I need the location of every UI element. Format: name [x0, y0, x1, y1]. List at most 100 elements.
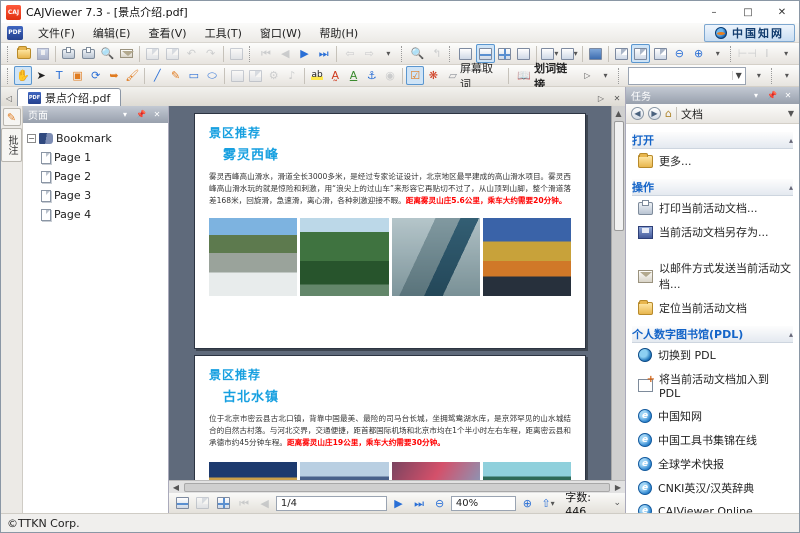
gear-button[interactable]: ⚙ — [265, 66, 283, 85]
menu-view[interactable]: 查看(V) — [139, 23, 195, 43]
open-button[interactable] — [14, 44, 33, 63]
hand-tool-button[interactable]: ✋ — [14, 66, 32, 85]
sound-note-button[interactable]: ♪ — [283, 66, 301, 85]
properties-button[interactable] — [227, 44, 246, 63]
nav-next-button[interactable]: ▶ — [389, 494, 408, 513]
rect-tool-button[interactable]: ▭ — [185, 66, 203, 85]
panel-close-icon[interactable]: ✕ — [151, 110, 163, 119]
zoom-out-button[interactable]: ⊖ — [670, 44, 689, 63]
toolbar-overflow-5[interactable]: ▾ — [750, 66, 768, 85]
vertical-scrollbar[interactable]: ▲ — [611, 106, 625, 480]
nav-zoom-in-button[interactable]: ⊕ — [518, 494, 537, 513]
minimize-button[interactable]: – — [697, 1, 731, 23]
redo-button[interactable]: ↷ — [201, 44, 220, 63]
link-global-express[interactable]: e全球学术快报 — [632, 452, 793, 476]
note-button[interactable]: ☑ — [406, 66, 424, 85]
send-by-mail-link[interactable]: 以邮件方式发送当前活动文档... — [632, 256, 793, 296]
section-operations-header[interactable]: 操作▴ — [632, 179, 793, 196]
page-up-button[interactable]: ⇧▾ — [539, 494, 558, 513]
task-view-dropdown-icon[interactable]: ▼ — [788, 109, 794, 118]
underline-button[interactable]: A — [344, 66, 362, 85]
task-back-button[interactable]: ◀ — [631, 107, 644, 120]
squiggly-button[interactable]: A̰ — [326, 66, 344, 85]
panel-pin-icon[interactable]: 📌 — [135, 110, 147, 119]
tree-item-page3[interactable]: Page 3 — [27, 186, 164, 205]
search-back-button[interactable]: ↰ — [427, 44, 446, 63]
collapse-arrow-icon[interactable]: ▴ — [789, 136, 793, 145]
maximize-button[interactable]: □ — [731, 1, 765, 23]
tab-scroll-right[interactable]: ▷ — [593, 90, 609, 106]
tab-close-button[interactable]: ✕ — [609, 90, 625, 106]
task-pin-icon[interactable]: 📌 — [766, 91, 778, 100]
task-menu-icon[interactable]: ▾ — [750, 91, 762, 100]
collapse-icon[interactable]: − — [27, 134, 36, 143]
nav-prev-button[interactable]: ◀ — [255, 494, 274, 513]
stamp-button[interactable]: ◉ — [381, 66, 399, 85]
paste-button[interactable] — [163, 44, 182, 63]
menu-file[interactable]: 文件(F) — [29, 23, 84, 43]
scroll-up-icon[interactable]: ▲ — [615, 106, 621, 120]
tree-item-page1[interactable]: Page 1 — [27, 148, 164, 167]
task-forward-button[interactable]: ▶ — [648, 107, 661, 120]
open-more-link[interactable]: 更多... — [632, 149, 793, 173]
brush-button[interactable]: 🖌 — [123, 66, 141, 85]
text-select-button[interactable]: T — [50, 66, 68, 85]
toolbar-overflow-4[interactable]: ▾ — [596, 66, 614, 85]
menu-tools[interactable]: 工具(T) — [196, 23, 251, 43]
prev-page-button[interactable]: ◀ — [276, 44, 295, 63]
image-select-button[interactable]: ▣ — [68, 66, 86, 85]
fit-page-button[interactable] — [631, 44, 650, 63]
zoom-in-button[interactable]: ⊕ — [689, 44, 708, 63]
scroll-left-icon[interactable]: ◀ — [169, 483, 183, 492]
anchor-button[interactable]: ⚓ — [363, 66, 381, 85]
vscroll-thumb[interactable] — [614, 121, 624, 231]
pencil-tool-button[interactable]: ✎ — [166, 66, 184, 85]
menu-edit[interactable]: 编辑(E) — [84, 23, 140, 43]
panel-menu-icon[interactable]: ▾ — [119, 110, 131, 119]
view-mode-single[interactable] — [173, 494, 192, 513]
copy-button[interactable] — [143, 44, 162, 63]
knowledge-net-button[interactable]: ❋ — [424, 66, 442, 85]
tree-item-bookmark[interactable]: − Bookmark — [27, 129, 164, 148]
print-button[interactable] — [59, 44, 78, 63]
undo-button[interactable]: ↶ — [182, 44, 201, 63]
highlight-button[interactable]: ab — [308, 66, 326, 85]
ellipse-tool-button[interactable]: ⬭ — [203, 66, 221, 85]
toolbar-overflow-1[interactable]: ▾ — [379, 44, 398, 63]
word-link-next-button[interactable]: ▷ — [578, 66, 596, 85]
link-reference-books[interactable]: e中国工具书集锦在线 — [632, 428, 793, 452]
zoom-level-field[interactable]: 40% — [451, 496, 516, 511]
view-mode-grid[interactable] — [214, 494, 233, 513]
nav-expand-icon[interactable]: ⌄ — [614, 498, 622, 508]
tree-item-page2[interactable]: Page 2 — [27, 167, 164, 186]
toolbar-overflow-3[interactable]: ▾ — [777, 44, 796, 63]
search-combobox[interactable]: ▼ — [628, 67, 745, 85]
image2-button[interactable] — [246, 66, 264, 85]
next-page-button[interactable]: ▶ — [295, 44, 314, 63]
task-close-icon[interactable]: ✕ — [782, 91, 794, 100]
print-setup-button[interactable] — [79, 44, 98, 63]
toolbar-grip-2[interactable] — [7, 68, 11, 84]
line-tool-button[interactable]: ╱ — [148, 66, 166, 85]
first-page-button[interactable]: ⏮ — [256, 44, 275, 63]
measure-h-button[interactable]: ⊢⊣ — [737, 44, 757, 63]
tree-item-page4[interactable]: Page 4 — [27, 205, 164, 224]
nav-zoom-out-button[interactable]: ⊖ — [430, 494, 449, 513]
cnki-button[interactable]: 中国知网 — [704, 24, 795, 42]
nav-last-button[interactable]: ⏭ — [410, 494, 429, 513]
go-back-button[interactable]: ⇦ — [340, 44, 359, 63]
home-icon[interactable]: ⌂ — [665, 107, 672, 120]
toolbar-overflow-6[interactable]: ▾ — [778, 66, 796, 85]
print-current-doc-link[interactable]: 打印当前活动文档... — [632, 196, 793, 220]
fit-visible-button[interactable] — [650, 44, 669, 63]
collapse-arrow-icon[interactable]: ▴ — [789, 183, 793, 192]
full-screen-button[interactable] — [586, 44, 605, 63]
hscroll-thumb[interactable] — [184, 483, 610, 492]
tab-document[interactable]: PDF 景点介绍.pdf — [17, 88, 121, 106]
go-forward-button[interactable]: ⇨ — [360, 44, 379, 63]
tab-scroll-left[interactable]: ◁ — [1, 90, 17, 106]
view-mode-thumb[interactable] — [194, 494, 213, 513]
close-button[interactable]: ✕ — [765, 1, 799, 23]
scroll-right-icon[interactable]: ▶ — [611, 483, 625, 492]
save-button[interactable] — [33, 44, 52, 63]
